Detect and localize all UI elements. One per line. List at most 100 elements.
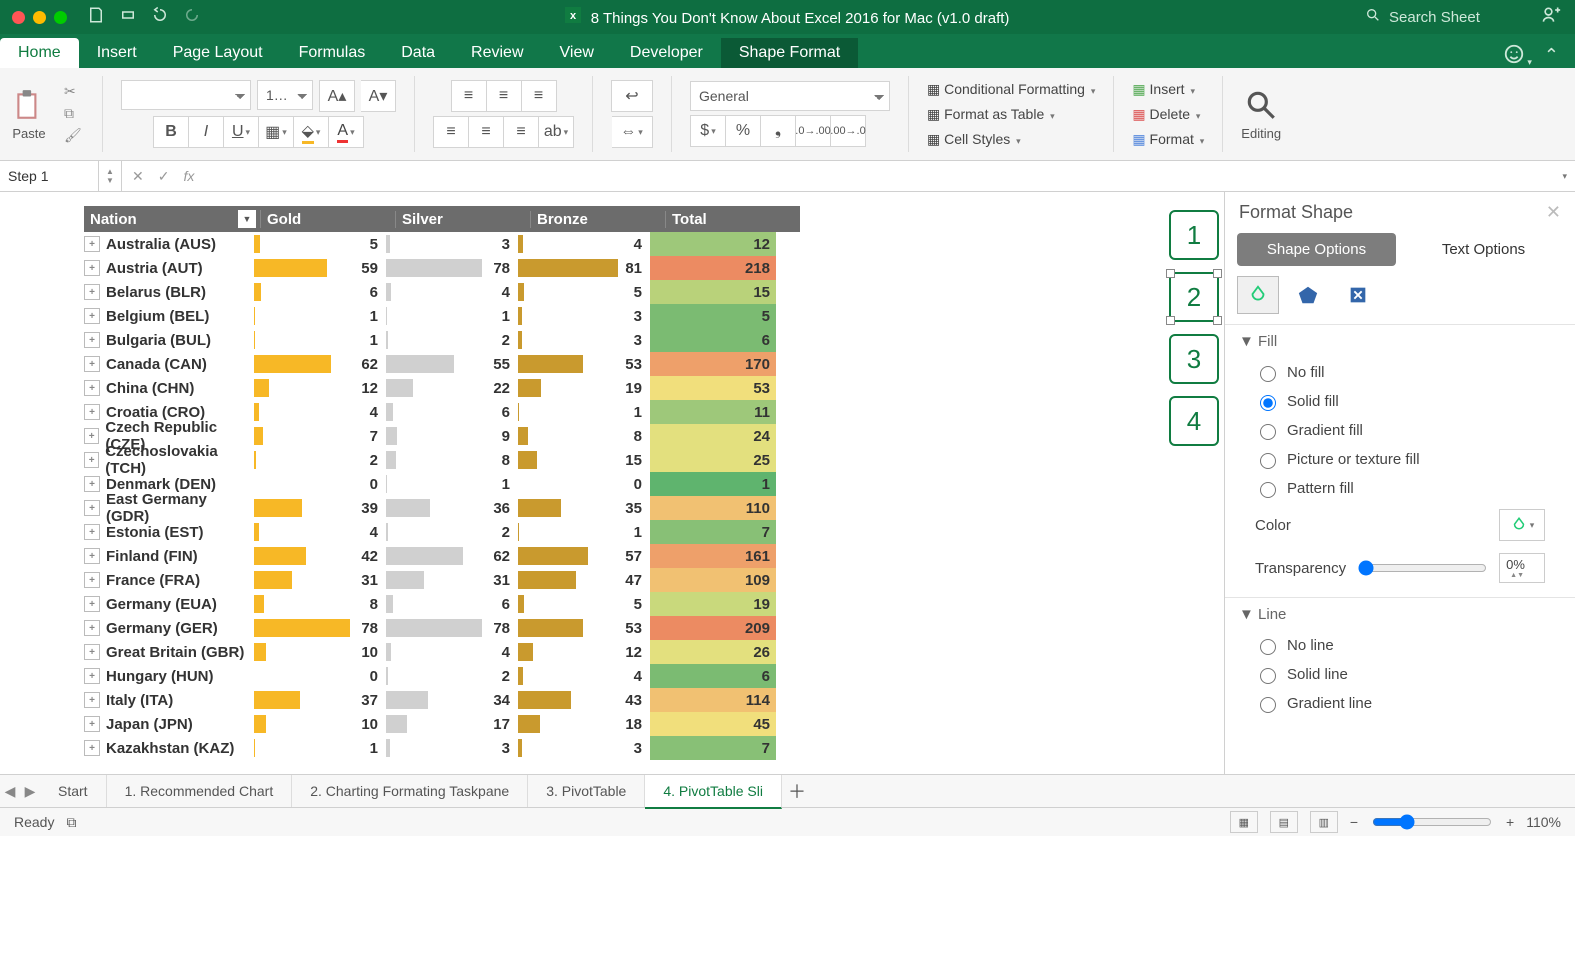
search-box[interactable] [1365, 7, 1531, 27]
zoom-level[interactable]: 110% [1526, 814, 1561, 830]
expand-icon[interactable]: + [84, 644, 100, 660]
merge-icon[interactable]: ⇔▾ [612, 116, 653, 148]
table-row[interactable]: +France (FRA)313147109 [84, 568, 800, 592]
table-row[interactable]: +China (CHN)12221953 [84, 376, 800, 400]
fill-option-3[interactable]: Picture or texture fill [1239, 445, 1561, 474]
font-select[interactable] [121, 80, 251, 110]
expand-icon[interactable]: + [84, 500, 100, 516]
name-box[interactable]: Step 1 [0, 161, 99, 191]
decrease-font-icon[interactable]: A▾ [361, 80, 396, 112]
table-row[interactable]: +Germany (EUA)86519 [84, 592, 800, 616]
table-row[interactable]: +Canada (CAN)625553170 [84, 352, 800, 376]
expand-icon[interactable]: + [84, 284, 100, 300]
table-row[interactable]: +Japan (JPN)10171845 [84, 712, 800, 736]
ribbon-tab-home[interactable]: Home [0, 38, 79, 68]
align-center-icon[interactable]: ≡ [469, 116, 504, 148]
table-row[interactable]: +Estonia (EST)4217 [84, 520, 800, 544]
sheet-nav-next-icon[interactable]: ▶ [20, 783, 40, 800]
font-color-button[interactable]: A▾ [329, 116, 364, 148]
expand-icon[interactable]: + [84, 740, 100, 756]
emoji-icon[interactable]: ▾ [1503, 43, 1532, 68]
increase-decimal-icon[interactable]: .0→.00 [796, 115, 831, 147]
expand-icon[interactable]: + [84, 524, 100, 540]
align-middle-icon[interactable]: ≡ [487, 80, 522, 112]
ribbon-tab-developer[interactable]: Developer [612, 38, 721, 68]
shape-4[interactable]: 4 [1169, 396, 1219, 446]
expand-icon[interactable]: + [84, 572, 100, 588]
fill-option-4[interactable]: Pattern fill [1239, 474, 1561, 503]
sheet-tab-1[interactable]: 1. Recommended Chart [107, 775, 293, 807]
line-option-0[interactable]: No line [1239, 631, 1561, 660]
print-icon[interactable] [119, 6, 137, 28]
cancel-formula-icon[interactable]: ✕ [132, 168, 144, 185]
decrease-decimal-icon[interactable]: .00→.0 [831, 115, 866, 147]
increase-font-icon[interactable]: A▴ [319, 80, 355, 112]
shape-1[interactable]: 1 [1169, 210, 1219, 260]
table-row[interactable]: +Kazakhstan (KAZ)1337 [84, 736, 800, 760]
font-size-select[interactable]: 1… [257, 80, 313, 110]
fill-color-button[interactable]: ⬙▾ [294, 116, 329, 148]
editing-button[interactable]: Editing [1241, 88, 1281, 141]
table-row[interactable]: +Austria (AUT)597881218 [84, 256, 800, 280]
save-icon[interactable] [87, 6, 105, 28]
wrap-text-icon[interactable]: ↩ [611, 80, 653, 112]
fill-line-category-icon[interactable] [1237, 276, 1279, 314]
undo-icon[interactable] [151, 6, 169, 28]
expand-icon[interactable]: + [84, 692, 100, 708]
expand-icon[interactable]: + [84, 308, 100, 324]
zoom-in-icon[interactable]: + [1506, 814, 1514, 830]
size-category-icon[interactable] [1337, 276, 1379, 314]
page-break-view-icon[interactable]: ▥ [1310, 811, 1338, 833]
italic-button[interactable]: I [189, 116, 224, 148]
sheet-tab-3[interactable]: 3. PivotTable [528, 775, 645, 807]
align-left-icon[interactable]: ≡ [433, 116, 469, 148]
align-right-icon[interactable]: ≡ [504, 116, 539, 148]
expand-icon[interactable]: + [84, 596, 100, 612]
expand-icon[interactable]: + [84, 716, 100, 732]
format-painter-icon[interactable]: 🖌 [64, 127, 84, 145]
fill-section-header[interactable]: ▼ Fill [1239, 333, 1561, 350]
expand-icon[interactable]: + [84, 452, 99, 468]
bold-button[interactable]: B [153, 116, 189, 148]
page-layout-view-icon[interactable]: ▤ [1270, 811, 1298, 833]
expand-icon[interactable]: + [84, 332, 100, 348]
table-row[interactable]: +East Germany (GDR)393635110 [84, 496, 800, 520]
shape-options-tab[interactable]: Shape Options [1237, 233, 1396, 266]
expand-icon[interactable]: + [84, 476, 100, 492]
ribbon-tab-view[interactable]: View [542, 38, 612, 68]
orientation-icon[interactable]: ab▾ [539, 116, 574, 148]
fill-option-1[interactable]: Solid fill [1239, 387, 1561, 416]
sheet-nav-prev-icon[interactable]: ◀ [0, 783, 20, 800]
table-row[interactable]: +Hungary (HUN)0246 [84, 664, 800, 688]
expand-icon[interactable]: + [84, 620, 100, 636]
close-window-button[interactable] [12, 11, 25, 24]
sheet-tab-0[interactable]: Start [40, 775, 107, 807]
table-row[interactable]: +Belgium (BEL)1135 [84, 304, 800, 328]
cut-icon[interactable]: ✂ [64, 83, 84, 101]
table-row[interactable]: +Bulgaria (BUL)1236 [84, 328, 800, 352]
fill-option-0[interactable]: No fill [1239, 358, 1561, 387]
sheet-tab-4[interactable]: 4. PivotTable Sli [645, 775, 782, 809]
format-cells-button[interactable]: ▦ Format ▾ [1132, 129, 1204, 150]
shape-2[interactable]: 2 [1169, 272, 1219, 322]
share-icon[interactable] [1541, 5, 1561, 29]
line-section-header[interactable]: ▼ Line [1239, 606, 1561, 623]
align-bottom-icon[interactable]: ≡ [522, 80, 557, 112]
effects-category-icon[interactable] [1287, 276, 1329, 314]
expand-icon[interactable]: + [84, 668, 100, 684]
fill-color-picker[interactable]: ▾ [1499, 509, 1545, 541]
zoom-out-icon[interactable]: − [1350, 814, 1358, 830]
table-row[interactable]: +Czechoslovakia (TCH)281525 [84, 448, 800, 472]
table-row[interactable]: +Australia (AUS)53412 [84, 232, 800, 256]
border-button[interactable]: ▦▾ [259, 116, 294, 148]
zoom-slider[interactable] [1372, 814, 1492, 830]
copy-icon[interactable]: ⧉ [64, 105, 84, 123]
expand-icon[interactable]: + [84, 548, 100, 564]
fx-icon[interactable]: fx [183, 168, 194, 184]
underline-button[interactable]: U▾ [224, 116, 259, 148]
cell-styles-button[interactable]: ▦ Cell Styles ▾ [927, 129, 1021, 150]
ribbon-tab-page-layout[interactable]: Page Layout [155, 38, 281, 68]
fill-option-2[interactable]: Gradient fill [1239, 416, 1561, 445]
table-row[interactable]: +Finland (FIN)426257161 [84, 544, 800, 568]
insert-cells-button[interactable]: ▦ Insert ▾ [1132, 79, 1195, 100]
